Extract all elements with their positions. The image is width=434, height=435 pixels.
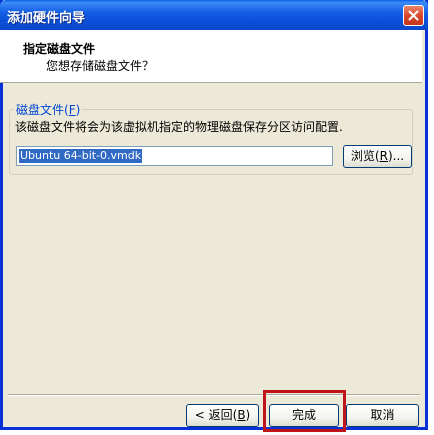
browse-button[interactable]: 浏览(R)...	[343, 145, 412, 168]
close-icon	[408, 10, 419, 21]
cancel-button[interactable]: 取消	[346, 404, 419, 427]
finish-button[interactable]: 完成	[269, 404, 339, 427]
disk-file-path-input[interactable]	[16, 146, 333, 166]
back-button[interactable]: < 返回(B)	[186, 404, 259, 427]
disk-file-group-label: 磁盘文件(F)	[14, 101, 83, 118]
wizard-header: 指定磁盘文件 您想存储磁盘文件？	[0, 30, 422, 83]
close-button[interactable]	[403, 5, 424, 26]
window-title: 添加硬件向导	[7, 11, 86, 26]
title-bar[interactable]: 添加硬件向导	[0, 0, 428, 30]
page-subtitle: 您想存储磁盘文件？	[46, 59, 155, 73]
disk-file-description: 该磁盘文件将会为该虚拟机指定的物理磁盘保存分区访问配置.	[15, 120, 343, 134]
page-title: 指定磁盘文件	[23, 42, 96, 56]
footer-divider	[8, 394, 420, 396]
